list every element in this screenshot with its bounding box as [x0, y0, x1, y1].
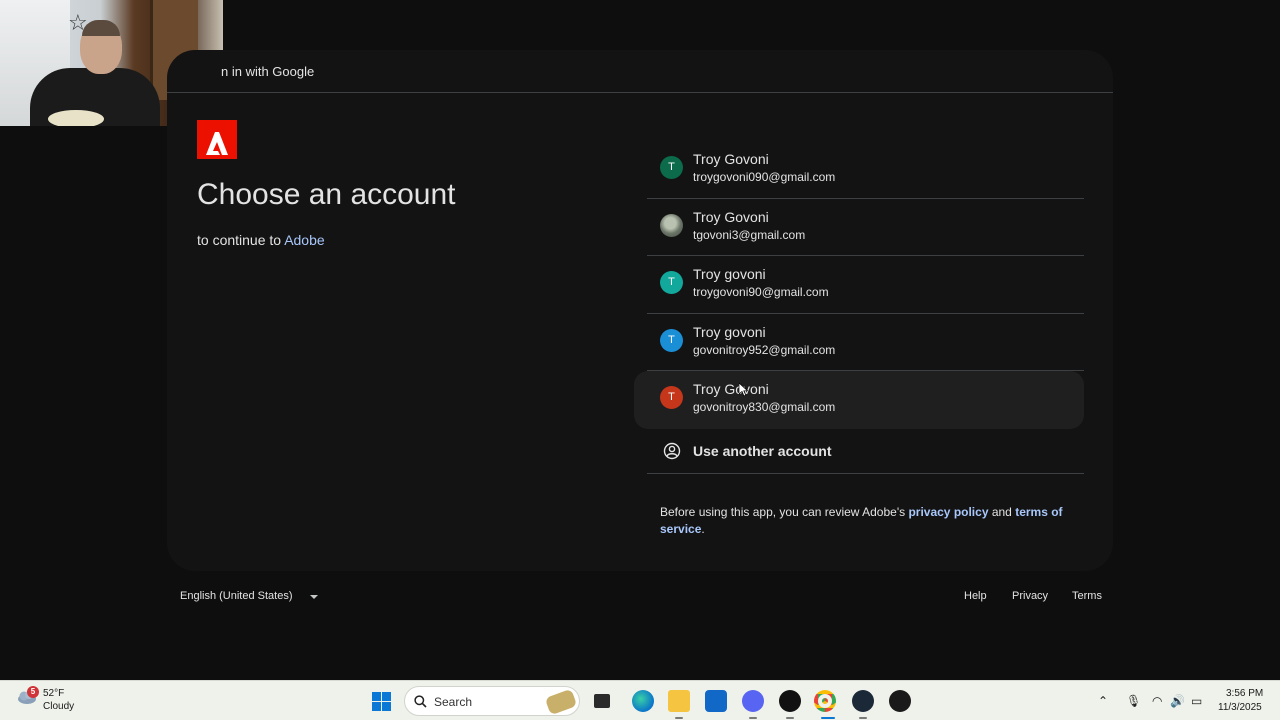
- account-avatar: T: [660, 386, 683, 409]
- clock-date[interactable]: 11/3/2025: [1218, 702, 1262, 713]
- account-email: govonitroy830@gmail.com: [693, 400, 836, 414]
- app-icon[interactable]: [889, 690, 911, 712]
- task-view-icon[interactable]: [594, 694, 610, 708]
- taskbar: 5 52°F Cloudy Search ⌃ 🎙 ◠ 🔊 ▭ 3:56 PM 1…: [0, 680, 1280, 720]
- taskbar-search-box[interactable]: Search: [404, 686, 580, 716]
- steam-indicator: [859, 717, 867, 719]
- adobe-logo: [197, 120, 237, 159]
- account-avatar: T: [660, 156, 683, 179]
- account-avatar: T: [660, 271, 683, 294]
- account-item[interactable]: T Troy Govoni troygovoni090@gmail.com: [647, 141, 1084, 199]
- subtitle-text: to continue to: [197, 232, 285, 248]
- card-header: n in with Google: [167, 50, 1113, 93]
- account-email: govonitroy952@gmail.com: [693, 342, 836, 357]
- page-subtitle: to continue to Adobe: [197, 232, 325, 248]
- file-explorer-icon[interactable]: [668, 690, 690, 712]
- legal-and: and: [988, 505, 1016, 519]
- webcam-star-decoration: ☆: [68, 10, 88, 35]
- footer-privacy-link[interactable]: Privacy: [1012, 590, 1048, 602]
- webcam-plate: [48, 110, 104, 126]
- account-email: tgovoni3@gmail.com: [693, 227, 806, 242]
- account-avatar: T: [660, 328, 683, 352]
- footer-help-link[interactable]: Help: [964, 590, 987, 602]
- weather-description: Cloudy: [43, 701, 75, 712]
- sign-in-card: n in with Google Choose an account to co…: [167, 50, 1113, 571]
- search-label: Search: [434, 695, 473, 709]
- discord-indicator: [749, 717, 757, 719]
- legal-notice: Before using this app, you can review Ad…: [660, 504, 1080, 538]
- language-selector[interactable]: English (United States): [180, 590, 293, 602]
- sign-in-with-google-label: n in with Google: [221, 64, 315, 79]
- chevron-down-icon[interactable]: [310, 595, 318, 599]
- microphone-icon[interactable]: 🎙: [1126, 694, 1141, 708]
- store-icon[interactable]: [705, 690, 727, 712]
- footer-terms-link[interactable]: Terms: [1072, 590, 1102, 602]
- account-avatar-photo: [660, 213, 683, 237]
- account-email: troygovoni90@gmail.com: [693, 285, 829, 299]
- page-title: Choose an account: [197, 178, 456, 211]
- search-icon: [414, 695, 427, 708]
- windows-start-icon[interactable]: [372, 692, 391, 711]
- edge-icon[interactable]: [632, 690, 654, 712]
- account-name: Troy Govoni: [693, 381, 769, 397]
- speaker-icon[interactable]: 🔊: [1170, 694, 1185, 708]
- privacy-policy-link[interactable]: privacy policy: [908, 505, 988, 519]
- steam-icon[interactable]: [852, 690, 874, 712]
- account-item[interactable]: T Troy govoni troygovoni90@gmail.com: [647, 256, 1084, 314]
- account-item-hovered[interactable]: T Troy Govoni govonitroy830@gmail.com: [634, 371, 1084, 429]
- chrome-active-indicator: [821, 717, 835, 719]
- account-item[interactable]: T Troy govoni govonitroy952@gmail.com: [647, 314, 1084, 371]
- account-name: Troy Govoni: [693, 208, 769, 225]
- tray-overflow-chevron-icon[interactable]: ⌃: [1098, 694, 1108, 708]
- weather-temperature: 52°F: [43, 688, 65, 699]
- clock-time[interactable]: 3:56 PM: [1226, 688, 1263, 699]
- use-another-account-button[interactable]: Use another account: [647, 429, 1084, 474]
- mouse-cursor-icon: [739, 383, 749, 397]
- g-hub-icon[interactable]: [779, 690, 801, 712]
- account-name: Troy Govoni: [693, 151, 769, 167]
- file-explorer-indicator: [675, 717, 683, 719]
- account-item[interactable]: Troy Govoni tgovoni3@gmail.com: [647, 199, 1084, 256]
- account-name: Troy govoni: [693, 323, 766, 340]
- legal-text: Before using this app, you can review Ad…: [660, 505, 909, 519]
- g-hub-indicator: [786, 717, 794, 719]
- chrome-icon[interactable]: [814, 690, 836, 712]
- search-highlight-icon: [544, 688, 578, 716]
- battery-icon[interactable]: ▭: [1191, 694, 1202, 708]
- use-another-account-label: Use another account: [693, 442, 832, 459]
- account-name: Troy govoni: [693, 266, 766, 282]
- account-list: T Troy Govoni troygovoni090@gmail.com Tr…: [634, 141, 1084, 474]
- adobe-link[interactable]: Adobe: [284, 232, 324, 248]
- discord-icon[interactable]: [742, 690, 764, 712]
- account-email: troygovoni090@gmail.com: [693, 170, 836, 184]
- weather-alert-badge: 5: [27, 686, 39, 698]
- account-circle-icon: [663, 442, 681, 459]
- wifi-icon[interactable]: ◠: [1152, 694, 1162, 708]
- legal-period: .: [701, 522, 705, 536]
